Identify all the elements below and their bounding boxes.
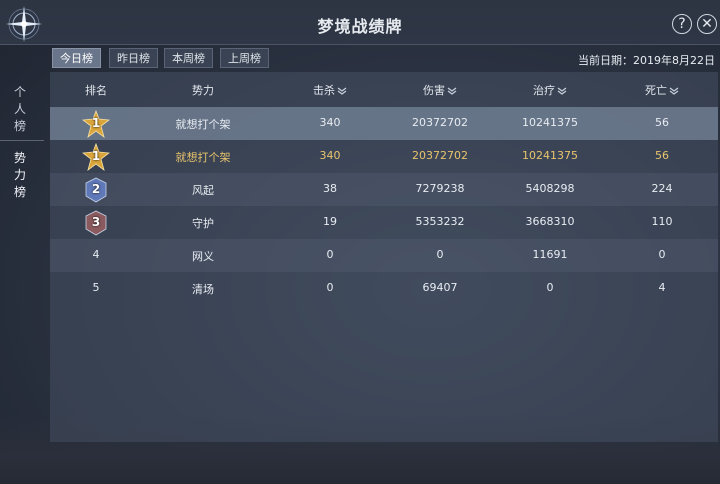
table-header: 排名 势力 击杀 伤害 治疗 死亡	[50, 72, 718, 106]
deaths-cell: 56	[655, 149, 669, 162]
side-tab-char: 势	[13, 151, 26, 165]
rank-number: 3	[91, 215, 101, 229]
heal-cell: 0	[546, 281, 554, 294]
kills-cell: 0	[326, 248, 334, 261]
kills-cell: 38	[323, 182, 337, 195]
faction-cell: 守护	[192, 217, 214, 230]
heal-cell: 11691	[532, 248, 568, 261]
tab-yesterday[interactable]: 昨日榜	[109, 48, 158, 68]
damage-cell: 5353232	[415, 215, 465, 228]
heal-cell: 3668310	[525, 215, 575, 228]
kills-cell: 0	[326, 281, 334, 294]
deaths-cell: 56	[655, 116, 669, 129]
table-row[interactable]: 4 网义 0 0 11691 0	[50, 239, 718, 272]
side-tab-char: 力	[13, 168, 26, 182]
heal-cell: 10241375	[522, 149, 578, 162]
side-tab-char: 个	[13, 85, 26, 99]
heal-cell: 5408298	[525, 182, 575, 195]
faction-cell: 风起	[192, 184, 214, 197]
current-date: 当前日期：2019年8月22日	[578, 54, 715, 67]
tab-today[interactable]: 今日榜	[52, 48, 101, 68]
window-title: 梦境战绩牌	[317, 17, 403, 36]
kills-cell: 19	[323, 215, 337, 228]
chevron-double-down-icon	[557, 87, 567, 95]
damage-cell: 0	[436, 248, 444, 261]
header-heal[interactable]: 治疗	[533, 82, 567, 98]
header-damage[interactable]: 伤害	[423, 82, 457, 98]
rank-number: 1	[91, 149, 101, 163]
help-button[interactable]: ?	[672, 14, 692, 34]
side-tab-char: 榜	[13, 119, 26, 133]
rank-number: 1	[91, 116, 101, 130]
kills-cell: 340	[319, 116, 341, 129]
deaths-cell: 110	[651, 215, 673, 228]
table-row[interactable]: 1 就想打个架 340 20372702 10241375 56	[50, 107, 718, 140]
rank-cell: 5	[92, 281, 100, 294]
table-row[interactable]: 5 清场 0 69407 0 4	[50, 272, 718, 305]
deaths-cell: 4	[658, 281, 666, 294]
damage-cell: 20372702	[412, 116, 468, 129]
rank-badge-bronze-icon: 3	[82, 209, 110, 237]
tab-this-week[interactable]: 本周榜	[164, 48, 213, 68]
table-row[interactable]: 3 守护 19 5353232 3668310 110	[50, 206, 718, 239]
header-kills[interactable]: 击杀	[313, 82, 347, 98]
title-bar: 梦境战绩牌 ? ✕	[0, 0, 720, 45]
side-tab-char: 人	[13, 102, 26, 116]
side-tab-divider	[0, 140, 44, 141]
rank-cell: 4	[92, 248, 100, 261]
faction-cell: 就想打个架	[175, 118, 231, 131]
tab-last-week[interactable]: 上周榜	[220, 48, 269, 68]
deaths-cell: 224	[651, 182, 673, 195]
side-tab-faction[interactable]: 势 力 榜	[6, 150, 34, 201]
side-tab-char: 榜	[13, 185, 26, 199]
header-faction: 势力	[192, 84, 214, 97]
header-rank: 排名	[85, 84, 107, 97]
header-deaths[interactable]: 死亡	[645, 82, 679, 98]
close-button[interactable]: ✕	[697, 14, 717, 34]
ranking-table: 排名 势力 击杀 伤害 治疗 死亡 1 就想打个架 340 20372702 10241…	[50, 72, 718, 442]
table-row[interactable]: 1 就想打个架 340 20372702 10241375 56	[50, 140, 718, 173]
rank-badge-gold-icon: 1	[81, 142, 111, 172]
kills-cell: 340	[319, 149, 341, 162]
side-tab-personal[interactable]: 个 人 榜	[6, 84, 34, 135]
chevron-double-down-icon	[447, 87, 457, 95]
rank-badge-gold-icon: 1	[81, 109, 111, 139]
rank-badge-silver-icon: 2	[82, 176, 110, 204]
deaths-cell: 0	[658, 248, 666, 261]
heal-cell: 10241375	[522, 116, 578, 129]
faction-cell: 网义	[192, 250, 214, 263]
table-row[interactable]: 2 风起 38 7279238 5408298 224	[50, 173, 718, 206]
damage-cell: 7279238	[415, 182, 465, 195]
chevron-double-down-icon	[669, 87, 679, 95]
faction-cell: 清场	[192, 283, 214, 296]
faction-cell: 就想打个架	[175, 151, 231, 164]
rank-number: 2	[91, 182, 101, 196]
chevron-double-down-icon	[337, 87, 347, 95]
damage-cell: 69407	[422, 281, 458, 294]
damage-cell: 20372702	[412, 149, 468, 162]
